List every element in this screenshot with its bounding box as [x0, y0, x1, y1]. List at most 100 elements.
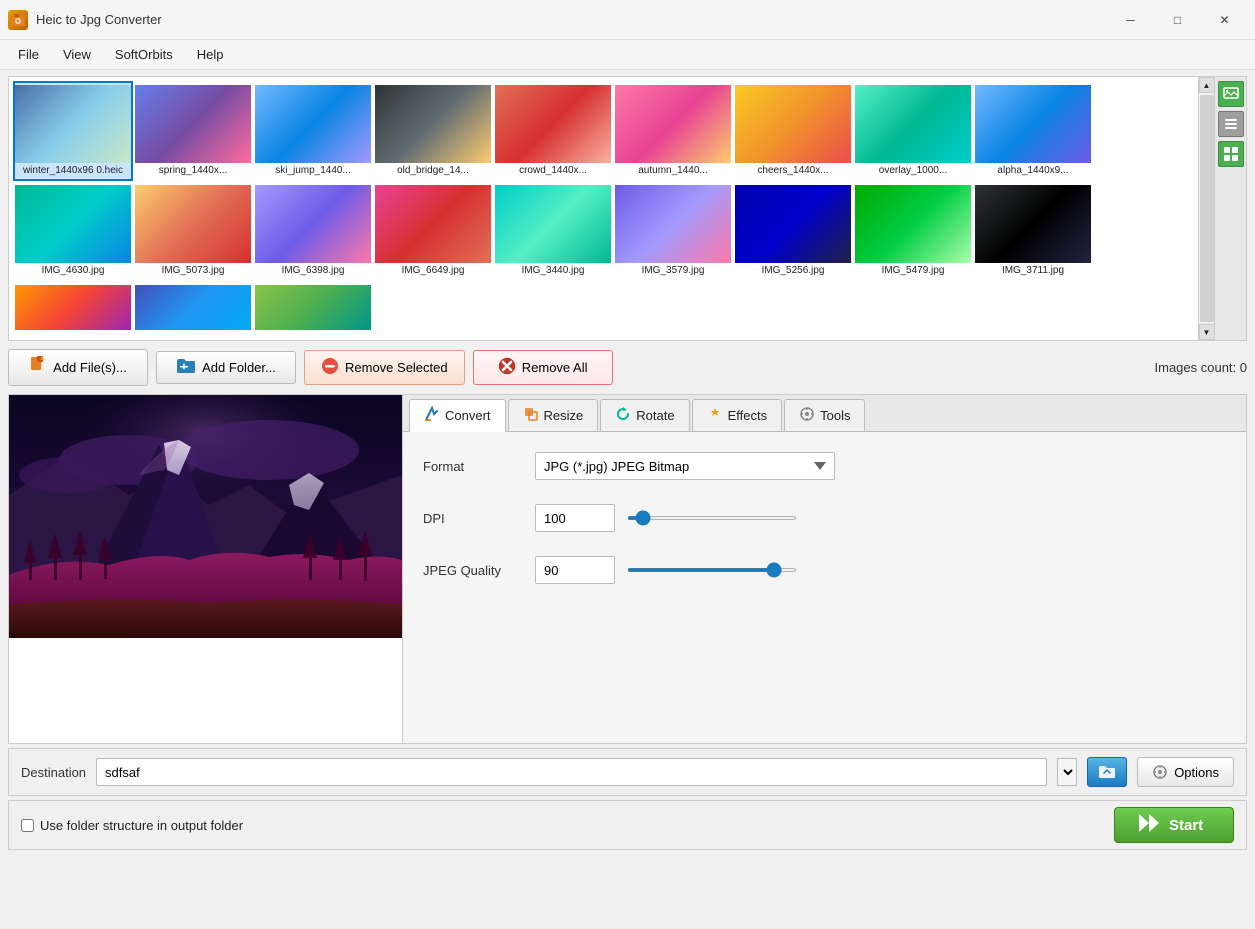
app-icon [8, 10, 28, 30]
jpeg-quality-label: JPEG Quality [423, 563, 523, 578]
scroll-down-button[interactable]: ▼ [1199, 324, 1215, 340]
tab-tools-label: Tools [820, 408, 850, 423]
thumbnail-label: old_bridge_14... [397, 165, 469, 177]
remove-selected-button[interactable]: Remove Selected [304, 350, 465, 385]
thumbnail-image [135, 85, 251, 163]
thumbnail-label: IMG_5479.jpg [882, 265, 945, 277]
rotate-tab-icon [615, 406, 631, 425]
thumbnail-image [375, 85, 491, 163]
destination-input[interactable] [96, 758, 1047, 786]
menubar: File View SoftOrbits Help [0, 40, 1255, 70]
thumbnail-item[interactable]: IMG_4630.jpg [13, 181, 133, 281]
thumbnail-item[interactable]: IMG_6649.jpg [373, 181, 493, 281]
browse-destination-button[interactable] [1087, 757, 1127, 787]
jpeg-quality-row: JPEG Quality [423, 556, 1226, 584]
thumbnail-image [135, 185, 251, 263]
thumbnail-image [855, 185, 971, 263]
remove-all-button[interactable]: Remove All [473, 350, 613, 385]
preview-image-container [9, 395, 402, 638]
thumbnail-item[interactable] [253, 281, 373, 334]
thumbnail-item[interactable]: IMG_3711.jpg [973, 181, 1093, 281]
thumbnail-item[interactable]: autumn_1440... [613, 81, 733, 181]
thumbnail-label: overlay_1000... [879, 165, 947, 177]
scroll-up-button[interactable]: ▲ [1199, 77, 1215, 93]
sidebar-icons [1214, 77, 1246, 340]
format-label: Format [423, 459, 523, 474]
dpi-label: DPI [423, 511, 523, 526]
thumbnail-item[interactable]: alpha_1440x9... [973, 81, 1093, 181]
options-label: Options [1174, 765, 1219, 780]
add-folder-label: Add Folder... [202, 360, 276, 375]
thumbnail-image [735, 85, 851, 163]
dpi-input[interactable] [535, 504, 615, 532]
dpi-slider[interactable] [627, 516, 797, 520]
thumbnail-item[interactable]: IMG_3440.jpg [493, 181, 613, 281]
thumbnail-item[interactable]: cheers_1440x... [733, 81, 853, 181]
grid-scrollbar: ▲ ▼ [1198, 77, 1214, 340]
thumbnail-image [975, 185, 1091, 263]
photo-view-button[interactable] [1218, 81, 1244, 107]
thumbnail-item[interactable] [13, 281, 133, 334]
list-view-button[interactable] [1218, 111, 1244, 137]
thumbnail-item[interactable]: spring_1440x... [133, 81, 253, 181]
destination-dropdown[interactable] [1057, 758, 1077, 786]
scroll-thumb[interactable] [1200, 95, 1214, 322]
jpeg-quality-slider-container [627, 568, 827, 572]
close-button[interactable]: ✕ [1202, 5, 1247, 35]
thumbnail-image [495, 185, 611, 263]
thumbnail-item[interactable]: IMG_6398.jpg [253, 181, 373, 281]
start-button[interactable]: Start [1114, 807, 1234, 843]
thumbnail-label: IMG_3579.jpg [642, 265, 705, 277]
dpi-row: DPI [423, 504, 1226, 532]
titlebar-title: Heic to Jpg Converter [36, 12, 162, 27]
thumbnail-image [255, 185, 371, 263]
jpeg-quality-input[interactable] [535, 556, 615, 584]
thumbnail-item[interactable]: IMG_3579.jpg [613, 181, 733, 281]
tabs-bar: Convert Resize Rotate [403, 395, 1246, 432]
thumbnail-item[interactable]: ski_jump_1440... [253, 81, 373, 181]
tools-tab-icon [799, 406, 815, 425]
folder-structure-label: Use folder structure in output folder [40, 818, 243, 833]
tab-effects-label: Effects [728, 408, 768, 423]
thumbnail-item[interactable]: IMG_5073.jpg [133, 181, 253, 281]
menu-help[interactable]: Help [187, 43, 234, 66]
thumbnail-image [735, 185, 851, 263]
thumbnail-image [975, 85, 1091, 163]
menu-file[interactable]: File [8, 43, 49, 66]
maximize-button[interactable]: □ [1155, 5, 1200, 35]
tab-rotate-label: Rotate [636, 408, 674, 423]
thumbnail-label: IMG_6649.jpg [402, 265, 465, 277]
tab-rotate[interactable]: Rotate [600, 399, 689, 431]
menu-softorbits[interactable]: SoftOrbits [105, 43, 183, 66]
thumbnail-image [855, 85, 971, 163]
thumbnail-label: IMG_5256.jpg [762, 265, 825, 277]
thumbnail-item[interactable]: old_bridge_14... [373, 81, 493, 181]
tab-resize-label: Resize [544, 408, 584, 423]
tab-resize[interactable]: Resize [508, 399, 599, 431]
menu-view[interactable]: View [53, 43, 101, 66]
folder-structure-checkbox[interactable] [21, 819, 34, 832]
thumbnail-item[interactable]: IMG_5479.jpg [853, 181, 973, 281]
thumbnail-item[interactable]: winter_1440x96 0.heic [13, 81, 133, 181]
jpeg-quality-slider[interactable] [627, 568, 797, 572]
thumbnail-label: IMG_6398.jpg [282, 265, 345, 277]
minimize-button[interactable]: ─ [1108, 5, 1153, 35]
format-select[interactable]: JPG (*.jpg) JPEG Bitmap PNG (*.png) PNG … [535, 452, 835, 480]
add-folder-icon [176, 358, 196, 377]
thumbnail-item[interactable]: overlay_1000... [853, 81, 973, 181]
tab-tools[interactable]: Tools [784, 399, 865, 431]
remove-all-icon [498, 357, 516, 378]
thumbnail-item[interactable] [133, 281, 253, 334]
grid-view-button[interactable] [1218, 141, 1244, 167]
thumbnail-label: ski_jump_1440... [275, 165, 351, 177]
tab-convert[interactable]: Convert [409, 399, 506, 432]
add-files-button[interactable]: Add File(s)... [8, 349, 148, 386]
thumbnail-image [15, 85, 131, 163]
options-button[interactable]: Options [1137, 757, 1234, 787]
add-folder-button[interactable]: Add Folder... [156, 351, 296, 384]
thumbnail-label: IMG_3711.jpg [1002, 265, 1064, 277]
image-grid: winter_1440x96 0.heicspring_1440x... ski_… [9, 77, 1198, 340]
tab-effects[interactable]: Effects [692, 399, 783, 431]
thumbnail-item[interactable]: IMG_5256.jpg [733, 181, 853, 281]
thumbnail-item[interactable]: crowd_1440x... [493, 81, 613, 181]
